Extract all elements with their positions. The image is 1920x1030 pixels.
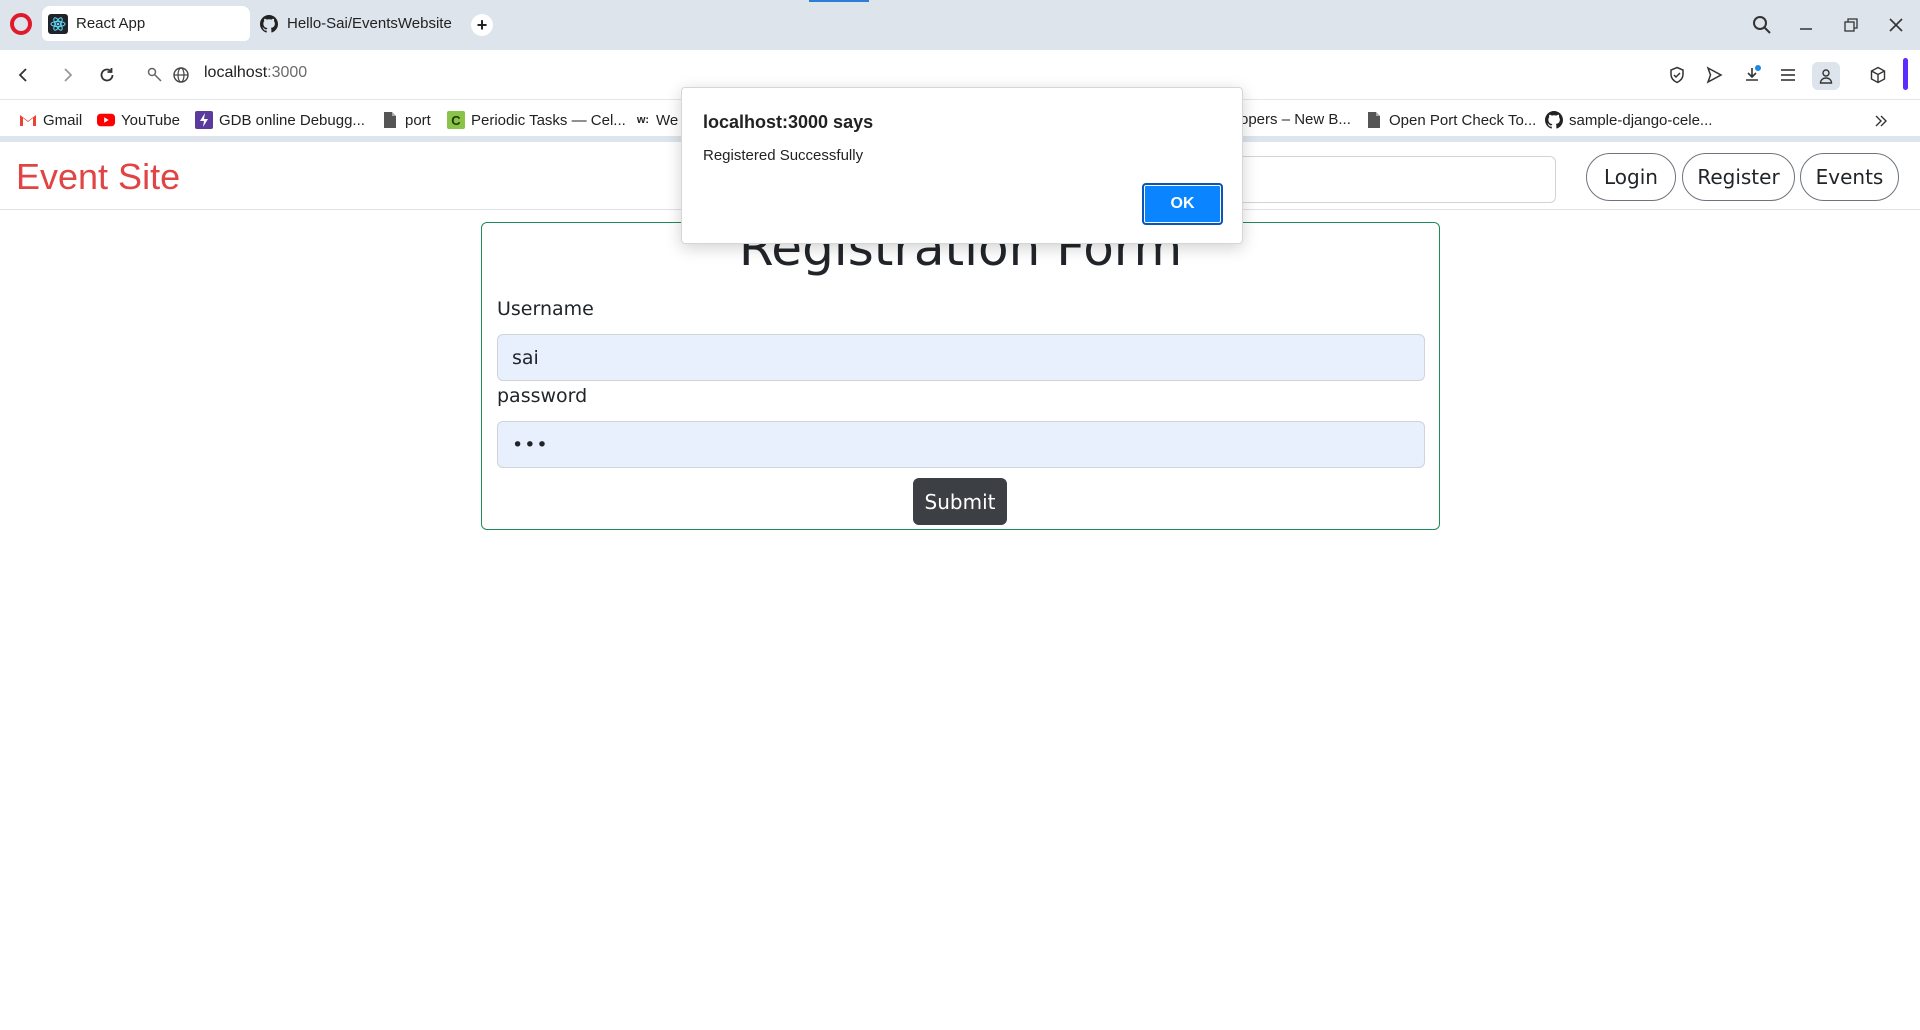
bookmark-label: GDB online Debugg... (219, 111, 365, 129)
tab-bar: React App Hello-Sai/EventsWebsite + (0, 0, 1920, 50)
bookmark-port[interactable]: port (381, 111, 431, 129)
url-port: :3000 (267, 64, 308, 81)
forward-icon[interactable] (53, 60, 83, 90)
send-icon[interactable] (1701, 62, 1727, 88)
bookmark-youtube[interactable]: YouTube (97, 111, 180, 129)
gdb-icon (195, 111, 213, 129)
bookmark-label: sample-django-cele... (1569, 111, 1713, 129)
github-icon (1545, 111, 1563, 129)
registration-form: Registration Form Username sai password … (481, 222, 1440, 530)
sidebar-indicator[interactable] (1903, 58, 1908, 90)
bookmark-periodic-tasks[interactable]: C Periodic Tasks — Cel... (447, 111, 626, 129)
login-button[interactable]: Login (1586, 153, 1676, 201)
ok-button[interactable]: OK (1142, 183, 1223, 225)
document-icon (381, 111, 399, 129)
bookmark-sample-django[interactable]: sample-django-cele... (1545, 111, 1712, 129)
bookmark-label: Periodic Tasks — Cel... (471, 111, 626, 129)
bookmark-label: Gmail (43, 111, 83, 129)
dialog-message: Registered Successfully (703, 147, 864, 164)
dialog-title: localhost:3000 says (703, 112, 874, 132)
username-label: Username (497, 298, 594, 320)
react-icon (48, 13, 68, 34)
globe-icon (166, 60, 196, 90)
close-icon[interactable] (1881, 10, 1911, 40)
events-button[interactable]: Events (1800, 153, 1899, 201)
submit-button[interactable]: Submit (913, 478, 1007, 525)
profile-icon[interactable] (1812, 62, 1840, 90)
url-host: localhost (204, 64, 268, 81)
bookmark-gmail[interactable]: Gmail (19, 111, 82, 129)
download-icon[interactable] (1739, 62, 1765, 88)
password-label: password (497, 385, 588, 407)
bookmark-gdb[interactable]: GDB online Debugg... (195, 111, 365, 129)
url-field[interactable]: localhost:3000 (204, 64, 307, 82)
back-icon[interactable] (8, 60, 38, 90)
w-icon: w: (636, 114, 650, 126)
alert-dialog: localhost:3000 says Registered Successfu… (681, 87, 1243, 244)
celery-icon: C (447, 111, 465, 129)
bookmark-we[interactable]: w: We (636, 111, 678, 129)
extensions-cube-icon[interactable] (1865, 62, 1891, 88)
bookmark-label: YouTube (121, 111, 180, 129)
tab-title: Hello-Sai/EventsWebsite (287, 15, 452, 32)
tab-title: React App (76, 15, 146, 32)
minimize-icon[interactable] (1791, 10, 1821, 40)
opera-logo-icon[interactable] (10, 13, 32, 35)
tab-react-app[interactable]: React App (42, 6, 250, 41)
loading-indicator (809, 0, 869, 2)
shield-check-icon[interactable] (1664, 62, 1690, 88)
chevron-double-right-icon[interactable] (1870, 110, 1892, 132)
reload-icon[interactable] (92, 60, 122, 90)
bookmark-label: port (405, 111, 431, 129)
password-field[interactable]: ••• (497, 421, 1425, 468)
bookmark-label: We (656, 111, 679, 129)
bookmark-label: opers – New B... (1240, 111, 1351, 128)
brand-logo[interactable]: Event Site (16, 156, 180, 198)
bookmark-open-port-check[interactable]: Open Port Check To... (1365, 111, 1536, 129)
easy-setup-icon[interactable] (1775, 62, 1801, 88)
bookmark-developers[interactable]: opers – New B... (1240, 111, 1351, 128)
youtube-icon (97, 111, 115, 129)
new-tab-button[interactable]: + (471, 14, 493, 36)
gmail-icon (19, 111, 37, 129)
search-tabs-icon[interactable] (1747, 10, 1777, 40)
document-icon (1365, 111, 1383, 129)
svg-text:C: C (451, 113, 461, 128)
restore-icon[interactable] (1836, 10, 1866, 40)
register-button[interactable]: Register (1682, 153, 1795, 201)
page-viewport: Event Site Login Register Events Registr… (0, 146, 1920, 1030)
bookmark-label: Open Port Check To... (1389, 111, 1537, 129)
username-field[interactable]: sai (497, 334, 1425, 381)
tab-github-repo[interactable]: Hello-Sai/EventsWebsite (255, 6, 465, 41)
github-icon (259, 14, 279, 34)
